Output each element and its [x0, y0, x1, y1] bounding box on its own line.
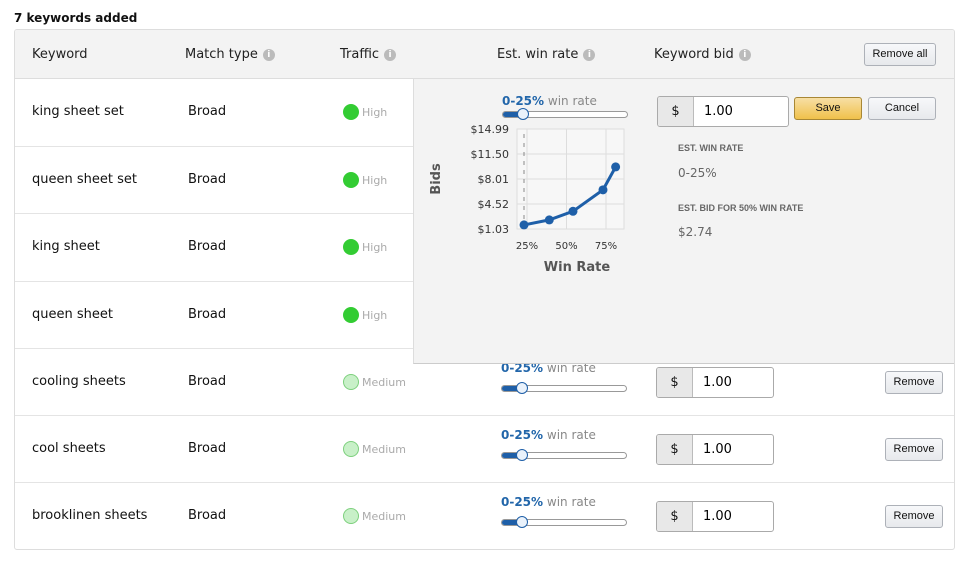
win-rate-slider[interactable] — [501, 381, 627, 394]
bid-input-group: $ — [656, 500, 774, 532]
x-tick-label: 75% — [595, 241, 617, 252]
keyword-text: king sheet — [32, 239, 100, 254]
x-tick-label: 50% — [555, 241, 577, 252]
y-tick-label: $11.50 — [471, 148, 510, 161]
traffic-dot-icon — [343, 239, 359, 255]
currency-label: $ — [658, 97, 694, 126]
traffic-indicator: Medium — [343, 507, 406, 524]
info-icon[interactable]: i — [583, 49, 596, 61]
est-bid-label: EST. BID FOR 50% WIN RATE — [678, 203, 804, 213]
traffic-dot-icon — [343, 306, 359, 323]
y-axis-label: Bids — [429, 163, 444, 195]
remove-all-button[interactable]: Remove all — [864, 43, 936, 66]
win-rate-label: 0-25% win rate — [502, 94, 597, 108]
match-type-text: Broad — [188, 239, 227, 254]
info-icon[interactable]: i — [384, 49, 397, 61]
win-rate-slider[interactable] — [502, 108, 628, 120]
traffic-dot-icon — [343, 440, 359, 457]
traffic-indicator: Medium — [343, 440, 406, 457]
win-rate-slider[interactable] — [501, 515, 627, 528]
keyword-text: king sheet set — [32, 104, 124, 119]
header-keyword: Keyword — [32, 47, 88, 62]
info-icon[interactable]: i — [738, 49, 751, 61]
remove-button[interactable]: Remove — [885, 504, 943, 528]
match-type-text: Broad — [188, 306, 227, 322]
keywords-table: Keyword Match type i Traffic i Est. win ra… — [14, 29, 955, 550]
header-win-rate: Est. win rate i — [497, 47, 596, 62]
keyword-text: queen sheet — [32, 306, 113, 322]
match-type-text: Broad — [188, 104, 227, 119]
est-win-rate-label: EST. WIN RATE — [678, 143, 744, 153]
remove-button[interactable]: Remove — [885, 437, 943, 461]
currency-label: $ — [657, 501, 693, 531]
remove-button[interactable]: Remove — [885, 370, 943, 394]
bid-input[interactable] — [703, 441, 763, 457]
x-axis-label: Win Rate — [544, 260, 611, 275]
save-button[interactable]: Save — [794, 97, 862, 120]
keyword-text: queen sheet set — [32, 171, 137, 187]
bid-input-group: $ — [656, 433, 774, 465]
header-keyword-bid: Keyword bid i — [654, 47, 751, 62]
keyword-text: cooling sheets — [32, 373, 126, 389]
x-tick-label: 25% — [516, 241, 538, 252]
y-tick-label: $4.52 — [478, 198, 510, 211]
keyword-text: cool sheets — [32, 440, 106, 456]
bid-input-group: $ — [657, 96, 789, 127]
data-point — [598, 185, 608, 195]
info-icon[interactable]: i — [262, 49, 275, 61]
keyword-text: brooklinen sheets — [32, 507, 148, 523]
match-type-text: Broad — [188, 507, 227, 523]
bid-input[interactable] — [704, 104, 764, 119]
est-bid-value: $2.74 — [678, 225, 713, 239]
y-tick-label: $8.01 — [478, 173, 510, 186]
est-win-rate-value: 0-25% — [678, 166, 717, 180]
y-tick-label: $14.99 — [471, 123, 510, 136]
bid-input[interactable] — [703, 508, 763, 524]
traffic-dot-icon — [343, 104, 359, 120]
match-type-text: Broad — [188, 440, 227, 456]
y-tick-label: $1.03 — [478, 223, 510, 236]
data-point — [519, 220, 529, 230]
table-row: brooklinen sheets Broad Medium 0-25% win … — [15, 483, 954, 549]
data-point — [544, 215, 554, 225]
match-type-text: Broad — [188, 171, 227, 187]
traffic-indicator: High — [343, 104, 387, 120]
traffic-dot-icon — [343, 507, 359, 524]
header-traffic: Traffic i — [340, 47, 397, 62]
header-match-type: Match type i — [185, 47, 275, 62]
traffic-indicator: High — [343, 306, 387, 323]
slider-handle[interactable] — [516, 381, 528, 394]
table-header: Keyword Match type i Traffic i Est. win ra… — [15, 30, 954, 79]
currency-label: $ — [657, 367, 693, 397]
win-rate-label: 0-25% win rate — [501, 427, 596, 442]
traffic-dot-icon — [343, 171, 359, 188]
data-point — [568, 206, 578, 216]
bid-win-rate-chart: $14.99 $11.50 $8.01 $4.52 $1.03 25% 50% 75% Win … — [429, 123, 625, 275]
traffic-indicator: High — [343, 171, 387, 188]
table-row: cool sheets Broad Medium 0-25% win rate $… — [15, 416, 954, 483]
slider-handle[interactable] — [516, 515, 528, 528]
data-point — [611, 162, 621, 172]
win-rate-slider[interactable] — [501, 448, 627, 461]
bid-editor-popup: 0-25% win rate $14.99 $11.50 $8.01 $4.52 $1.… — [413, 79, 954, 364]
slider-handle[interactable] — [516, 448, 528, 461]
win-rate-label: 0-25% win rate — [501, 494, 596, 509]
traffic-indicator: High — [343, 239, 387, 255]
bid-input-group: $ — [656, 366, 774, 398]
match-type-text: Broad — [188, 373, 227, 389]
keywords-count-title: 7 keywords added — [14, 11, 138, 25]
cancel-button[interactable]: Cancel — [868, 97, 936, 120]
currency-label: $ — [657, 434, 693, 464]
traffic-indicator: Medium — [343, 373, 406, 390]
traffic-dot-icon — [343, 373, 359, 390]
bid-input[interactable] — [703, 374, 763, 390]
